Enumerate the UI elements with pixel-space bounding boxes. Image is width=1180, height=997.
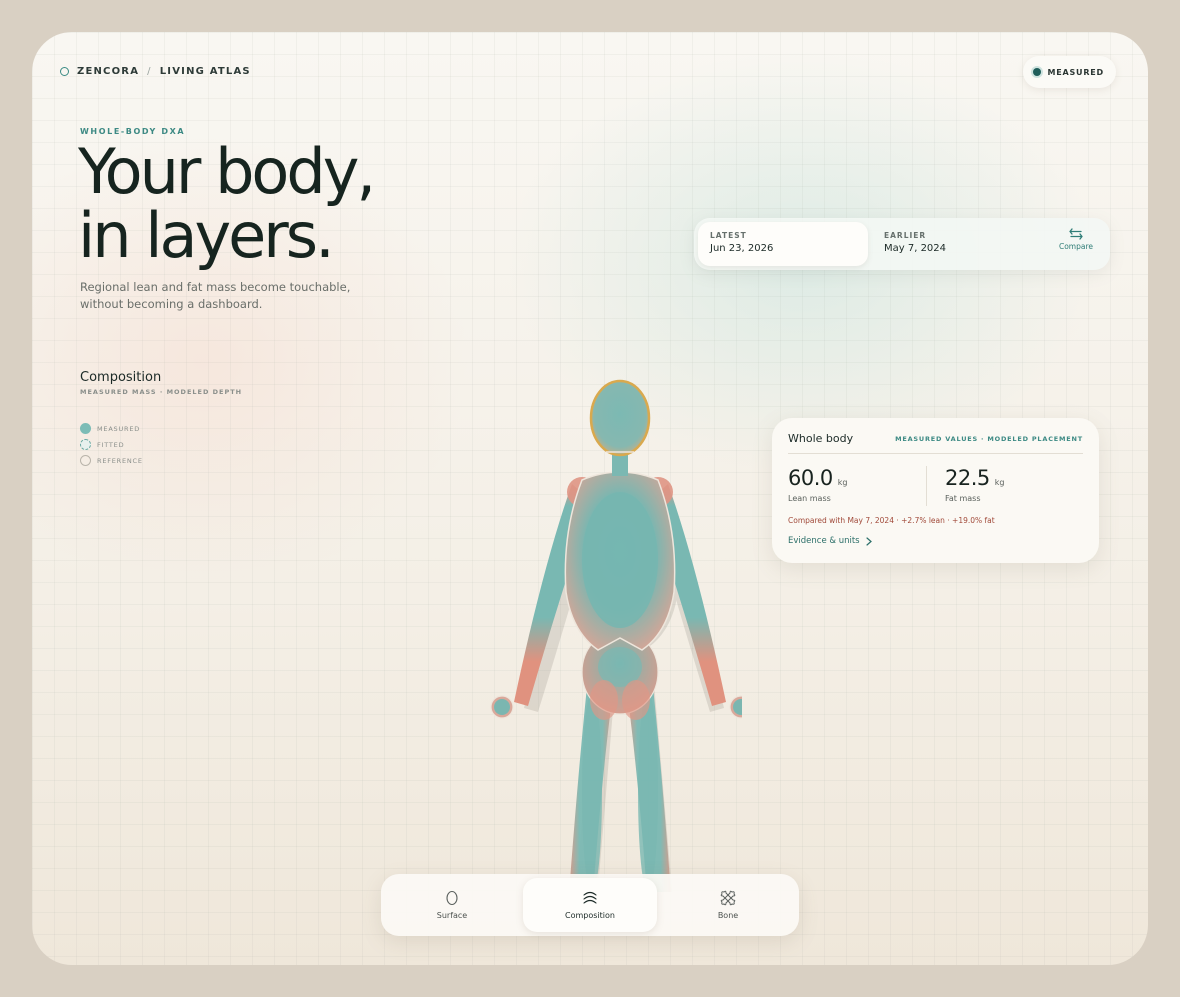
metrics-row: 60.0 kg Lean mass 22.5 kg Fat mass	[788, 466, 1083, 506]
evidence-link[interactable]: Evidence & units	[788, 536, 1083, 546]
legend-item-reference[interactable]: REFERENCE	[80, 455, 143, 466]
brand-logo-icon	[60, 67, 69, 76]
latest-date: Jun 23, 2026	[710, 243, 774, 254]
scan-date-selector: LATEST Jun 23, 2026 EARLIER May 7, 2024 …	[694, 218, 1110, 270]
mode-label: Composition	[565, 911, 615, 920]
evidence-label: Evidence & units	[788, 536, 860, 546]
composition-subtitle: MEASURED MASS · MODELED DEPTH	[80, 388, 243, 396]
app-window: ZENCORA / LIVING ATLAS MEASURED WHOLE-BO…	[32, 32, 1148, 965]
measured-swatch-icon	[80, 423, 91, 434]
breadcrumb-separator: /	[147, 66, 152, 77]
lean-mass-value: 60.0	[788, 466, 833, 490]
swap-arrows-icon	[1069, 228, 1083, 240]
comparison-text: Compared with May 7, 2024 · +2.7% lean ·…	[788, 516, 995, 525]
legend-label: MEASURED	[97, 424, 141, 433]
legend-label: REFERENCE	[97, 456, 143, 465]
chevron-right-icon	[866, 536, 872, 546]
mode-label: Surface	[436, 911, 468, 920]
breadcrumb-section[interactable]: LIVING ATLAS	[160, 66, 251, 77]
layers-icon	[583, 891, 597, 904]
bone-icon	[720, 890, 736, 906]
mode-surface-button[interactable]: Surface	[385, 878, 519, 932]
head-region[interactable]	[589, 379, 651, 457]
whole-body-card[interactable]: Whole body MEASURED VALUES · MODELED PLA…	[772, 418, 1099, 563]
brand-name[interactable]: ZENCORA	[77, 66, 139, 77]
composition-title: Composition	[80, 370, 162, 385]
fat-mass-label: Fat mass	[945, 494, 981, 503]
reference-swatch-icon	[80, 455, 91, 466]
mode-bone-button[interactable]: Bone	[661, 878, 795, 932]
status-label: MEASURED	[1047, 67, 1104, 77]
legend-label: FITTED	[97, 440, 125, 449]
legend-item-measured[interactable]: MEASURED	[80, 423, 143, 434]
legend-item-fitted[interactable]: FITTED	[80, 439, 143, 450]
latest-label: LATEST	[710, 231, 747, 240]
lean-mass-label: Lean mass	[788, 494, 831, 503]
title-line-2: in layers.	[78, 199, 335, 272]
surface-icon	[446, 890, 458, 906]
breadcrumb: ZENCORA / LIVING ATLAS	[60, 66, 251, 77]
hero-subtitle: Regional lean and fat mass become toucha…	[80, 280, 351, 311]
fitted-swatch-icon	[80, 439, 91, 450]
lean-mass-metric: 60.0 kg Lean mass	[788, 466, 926, 506]
fat-mass-metric: 22.5 kg Fat mass	[926, 466, 1083, 506]
card-header: Whole body MEASURED VALUES · MODELED PLA…	[788, 432, 1083, 454]
latest-scan-option[interactable]: LATEST Jun 23, 2026	[698, 222, 868, 266]
mode-label: Bone	[717, 911, 739, 920]
earlier-scan-option[interactable]: EARLIER May 7, 2024	[882, 222, 1042, 266]
view-mode-switcher: Surface Composition Bone	[381, 874, 799, 936]
status-dot-icon	[1033, 68, 1042, 76]
card-title: Whole body	[788, 432, 854, 445]
body-figure	[490, 379, 742, 892]
legend: MEASURED FITTED REFERENCE	[80, 423, 143, 466]
compare-button[interactable]: Compare	[1056, 228, 1096, 260]
fat-mass-value: 22.5	[945, 466, 990, 490]
lean-mass-unit: kg	[837, 478, 848, 487]
compare-label: Compare	[1058, 242, 1094, 251]
fat-mass-unit: kg	[994, 478, 1005, 487]
measured-status-toggle[interactable]: MEASURED	[1023, 56, 1116, 88]
card-meta: MEASURED VALUES · MODELED PLACEMENT	[895, 434, 1083, 443]
title-line-1: Your body,	[78, 135, 376, 208]
mode-composition-button[interactable]: Composition	[523, 878, 657, 932]
earlier-date: May 7, 2024	[884, 243, 947, 254]
page-title: Your body, in layers.	[78, 140, 438, 268]
earlier-label: EARLIER	[884, 231, 927, 240]
